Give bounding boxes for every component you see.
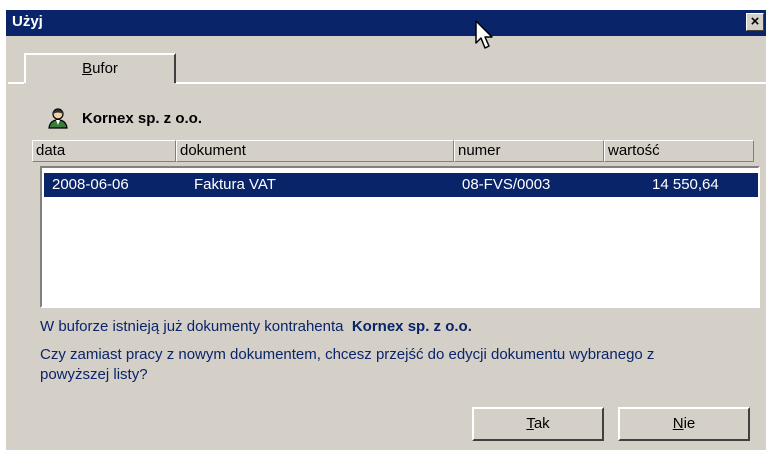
contractor-header: Kornex sp. z o.o. bbox=[46, 107, 202, 129]
close-button[interactable]: × bbox=[746, 13, 764, 31]
cell-document: Faktura VAT bbox=[194, 176, 276, 193]
tab-divider-right bbox=[176, 82, 766, 84]
no-mnemonic: N bbox=[672, 415, 684, 432]
cell-date: 2008-06-06 bbox=[52, 176, 129, 193]
documents-list[interactable]: 2008-06-06 Faktura VAT 08-FVS/0003 14 55… bbox=[40, 166, 760, 308]
close-icon: × bbox=[750, 13, 760, 30]
tab-label: ufor bbox=[92, 60, 118, 77]
contractor-name: Kornex sp. z o.o. bbox=[82, 109, 203, 127]
yes-label: ak bbox=[533, 415, 550, 432]
tab-divider-left bbox=[8, 82, 24, 84]
tab-mnemonic: B bbox=[82, 60, 93, 77]
column-header-dokument[interactable]: dokument bbox=[176, 140, 454, 162]
no-label: ie bbox=[683, 415, 696, 432]
column-header-numer[interactable]: numer bbox=[454, 140, 604, 162]
person-icon bbox=[48, 108, 68, 129]
column-header-wartosc[interactable]: wartość bbox=[604, 140, 754, 162]
window-title: Użyj bbox=[12, 13, 43, 30]
info-message-contractor: Kornex sp. z o.o. bbox=[351, 318, 472, 335]
question-line-1: Czy zamiast pracy z nowym dokumentem, ch… bbox=[40, 346, 655, 363]
column-header-data[interactable]: data bbox=[32, 140, 176, 162]
yes-mnemonic: T bbox=[526, 415, 534, 432]
tab-bufor[interactable]: Bufor bbox=[24, 53, 176, 83]
title-bar[interactable]: Użyj × bbox=[6, 10, 766, 36]
table-row[interactable]: 2008-06-06 Faktura VAT 08-FVS/0003 14 55… bbox=[44, 173, 758, 197]
cell-number: 08-FVS/0003 bbox=[462, 176, 551, 193]
no-button[interactable]: Nie bbox=[618, 407, 750, 441]
info-message-prefix: W buforze istnieją już dokumenty kontrah… bbox=[40, 318, 344, 335]
mouse-cursor-icon bbox=[475, 20, 493, 49]
info-message: W buforze istnieją już dokumenty kontrah… bbox=[40, 318, 472, 335]
dialog-window: Użyj × Bufor Kornex sp. z o.o. data doku… bbox=[4, 8, 766, 450]
question-line-2: powyższej listy? bbox=[40, 366, 148, 383]
yes-button[interactable]: Tak bbox=[472, 407, 604, 441]
cell-value: 14 550,64 bbox=[652, 176, 719, 193]
